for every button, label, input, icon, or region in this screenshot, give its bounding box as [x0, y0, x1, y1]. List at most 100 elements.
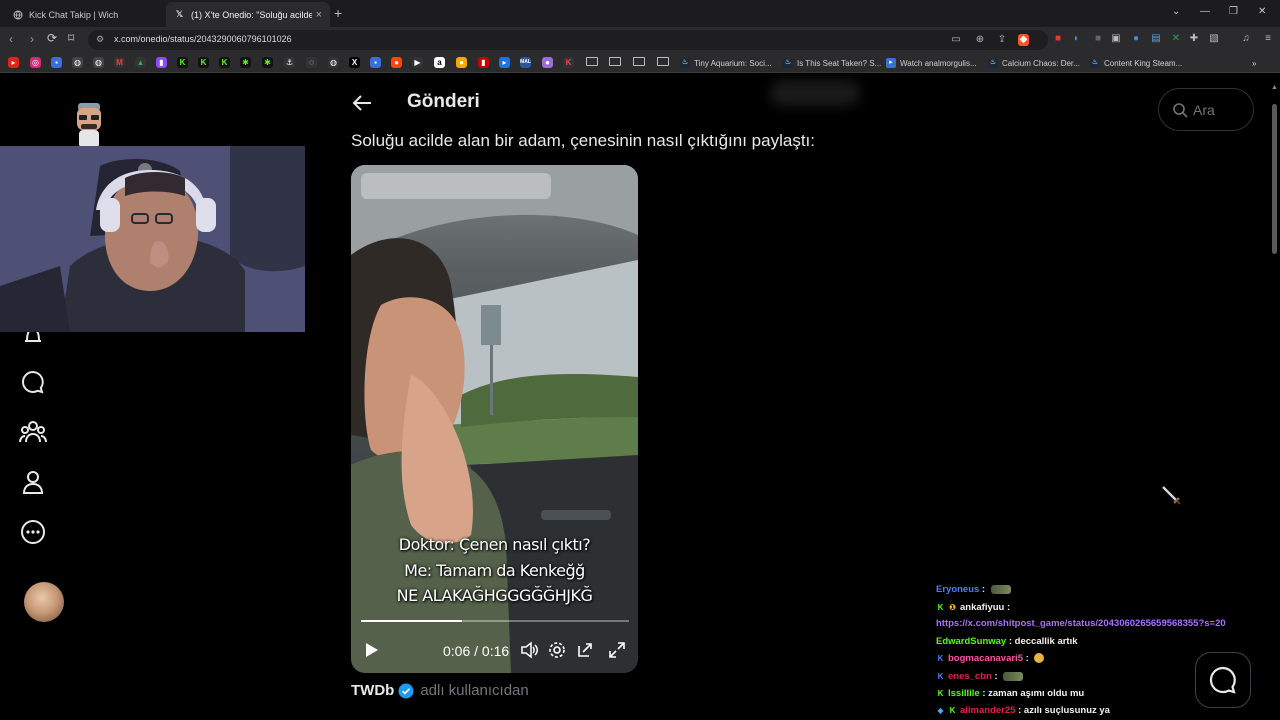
extension-icon[interactable]: ◗ [1070, 33, 1082, 45]
sidebar-icon[interactable]: ▧ [1208, 33, 1220, 45]
messages-icon[interactable] [18, 367, 48, 397]
address-bar[interactable]: ⚙ x.com/onedio/status/204329006079610102… [88, 30, 1048, 50]
bookmark-icon[interactable]: ▮ [478, 57, 489, 68]
instagram-bookmark-icon[interactable]: ◎ [30, 57, 41, 68]
folder-icon[interactable] [657, 57, 669, 66]
chat-message: K ❶ ankafiyuu : [937, 602, 1011, 613]
back-button[interactable]: ‹ [9, 32, 13, 46]
bookmark-icon[interactable]: ◌ [306, 57, 317, 68]
volume-icon[interactable] [520, 641, 538, 659]
extension-icon[interactable]: ● [1130, 33, 1142, 45]
video-player[interactable]: Doktor: Çenen nasıl çıktı? Me: Tamam da … [351, 165, 638, 673]
menu-icon[interactable]: ≡ [1262, 33, 1274, 45]
chat-text: deccallik artık [1014, 636, 1078, 647]
bookmark-icon[interactable]: ● [456, 57, 467, 68]
kick-bookmark-icon[interactable]: ✱ [262, 57, 273, 68]
close-window-button[interactable]: ✕ [1258, 6, 1266, 17]
maximize-button[interactable]: ❐ [1229, 6, 1238, 17]
messages-fab-button[interactable] [1195, 652, 1251, 708]
kick-bookmark-icon[interactable]: K [219, 57, 230, 68]
bookmark-tiny-aquarium[interactable]: ♨ Tiny Aquarium: Soci... [680, 56, 772, 70]
drive-bookmark-icon[interactable]: ▲ [135, 57, 146, 68]
extension-icon[interactable]: ■ [1092, 33, 1104, 45]
reload-button[interactable]: ⟳ [47, 31, 57, 45]
cast-icon[interactable]: ▭ [950, 34, 962, 46]
chat-message: Eryoneus : [936, 584, 1011, 595]
folder-icon[interactable] [586, 57, 598, 66]
play-icon[interactable] [362, 641, 380, 659]
emote-icon [1003, 671, 1024, 681]
kick-bookmark-icon[interactable]: K [177, 57, 188, 68]
zoom-icon[interactable]: ⊕ [974, 34, 986, 46]
bookmarks-bar: ▸ ◎ ▪ ◍ ◍ M ▲ ▮ K K K ✱ ✱ ⚓ ◌ ◍ X ▪ ● ▶ … [0, 53, 1280, 73]
kick-badge-icon: K [937, 603, 944, 612]
author-name[interactable]: TWDb [351, 682, 394, 699]
more-icon[interactable] [18, 517, 48, 547]
bookmark-icon[interactable]: K [563, 57, 574, 68]
anchor-bookmark-icon[interactable]: ⚓ [284, 57, 295, 68]
more-bookmarks-icon[interactable]: » [1252, 56, 1256, 70]
bookmark-icon[interactable]: ▸ [499, 57, 510, 68]
globe-icon[interactable]: ◍ [93, 57, 104, 68]
bookmark-icon[interactable]: ▪ [370, 57, 381, 68]
search-icon [1173, 103, 1188, 118]
extensions-puzzle-icon[interactable]: ✚ [1188, 33, 1200, 45]
globe-icon [12, 9, 23, 20]
scrollbar-thumb[interactable] [1272, 104, 1277, 254]
twitch-bookmark-icon[interactable]: ▮ [156, 57, 167, 68]
extension-icon[interactable]: ✕ [1170, 33, 1182, 45]
amazon-bookmark-icon[interactable]: a [434, 57, 445, 68]
media-icon[interactable]: ♫ [1240, 33, 1252, 45]
reddit-bookmark-icon[interactable]: ● [391, 57, 402, 68]
kick-badge-icon: K [937, 654, 944, 663]
communities-icon[interactable] [18, 417, 48, 447]
bookmark-content-king[interactable]: ♨ Content King Steam... [1090, 56, 1182, 70]
bookmark-icon[interactable]: ▪ [51, 57, 62, 68]
extension-icon[interactable]: ■ [1052, 33, 1064, 45]
settings-gear-icon[interactable] [548, 641, 566, 659]
steam-icon: ♨ [680, 58, 690, 68]
bookmark-icon[interactable]: MAL [520, 57, 531, 68]
minimize-button[interactable]: — [1200, 6, 1210, 17]
bookmark-icon[interactable]: ⌑ [68, 31, 74, 45]
url-text[interactable]: x.com/onedio/status/2043290060796101026 [114, 34, 292, 44]
video-progress-bar[interactable] [361, 620, 629, 622]
gmail-bookmark-icon[interactable]: M [114, 57, 125, 68]
forward-button[interactable]: › [30, 32, 34, 46]
bookmark-calcium-chaos[interactable]: ♨ Calcium Chaos: Der... [988, 56, 1080, 70]
back-arrow-icon[interactable] [351, 93, 373, 113]
bookmark-icon[interactable]: ◍ [328, 57, 339, 68]
tab-list-chevron-icon[interactable]: ⌄ [1172, 6, 1180, 17]
x-logo-icon[interactable]: X [349, 57, 360, 68]
x-logo-icon: 𝕏 [175, 9, 184, 19]
kick-bookmark-icon[interactable]: ✱ [240, 57, 251, 68]
new-tab-button[interactable]: + [334, 5, 342, 21]
bookmark-icon[interactable]: ● [542, 57, 553, 68]
picture-in-picture-icon[interactable] [576, 641, 594, 659]
chat-link[interactable]: https://x.com/shitpost_game/status/20430… [936, 618, 1226, 629]
brave-shield-icon[interactable]: ◆ [1018, 34, 1029, 46]
browser-tabstrip: Kick Chat Takip | Wich 𝕏 (1) X'te Onedio… [0, 0, 1280, 27]
bookmark-seat-taken[interactable]: ♨ Is This Seat Taken? S... [783, 56, 881, 70]
search-placeholder: Ara [1193, 102, 1215, 118]
bookmark-watch[interactable]: ▸ Watch analmorgulis... [886, 56, 977, 70]
badge-icon: ◆ [937, 706, 944, 715]
folder-icon[interactable] [609, 57, 621, 66]
bookmark-icon[interactable]: ▶ [412, 57, 423, 68]
folder-icon[interactable] [633, 57, 645, 66]
close-tab-icon[interactable]: × [316, 9, 322, 21]
extension-icon[interactable]: ▣ [1110, 33, 1122, 45]
youtube-bookmark-icon[interactable]: ▸ [8, 57, 19, 68]
scroll-up-arrow-icon[interactable]: ▲ [1271, 84, 1278, 91]
browser-tab-x-post[interactable]: 𝕏 (1) X'te Onedio: "Soluğu acilde al × [166, 2, 330, 27]
share-icon[interactable]: ⇪ [996, 34, 1008, 46]
extension-icon[interactable]: ▤ [1150, 33, 1162, 45]
search-box[interactable]: Ara [1158, 88, 1254, 131]
account-avatar[interactable] [24, 582, 64, 622]
browser-tab-kick-chat[interactable]: Kick Chat Takip | Wich [4, 2, 166, 27]
globe-icon[interactable]: ◍ [72, 57, 83, 68]
site-info-icon[interactable]: ⚙ [96, 34, 104, 45]
kick-bookmark-icon[interactable]: K [198, 57, 209, 68]
fullscreen-icon[interactable] [608, 641, 626, 659]
profile-icon[interactable] [18, 467, 48, 497]
